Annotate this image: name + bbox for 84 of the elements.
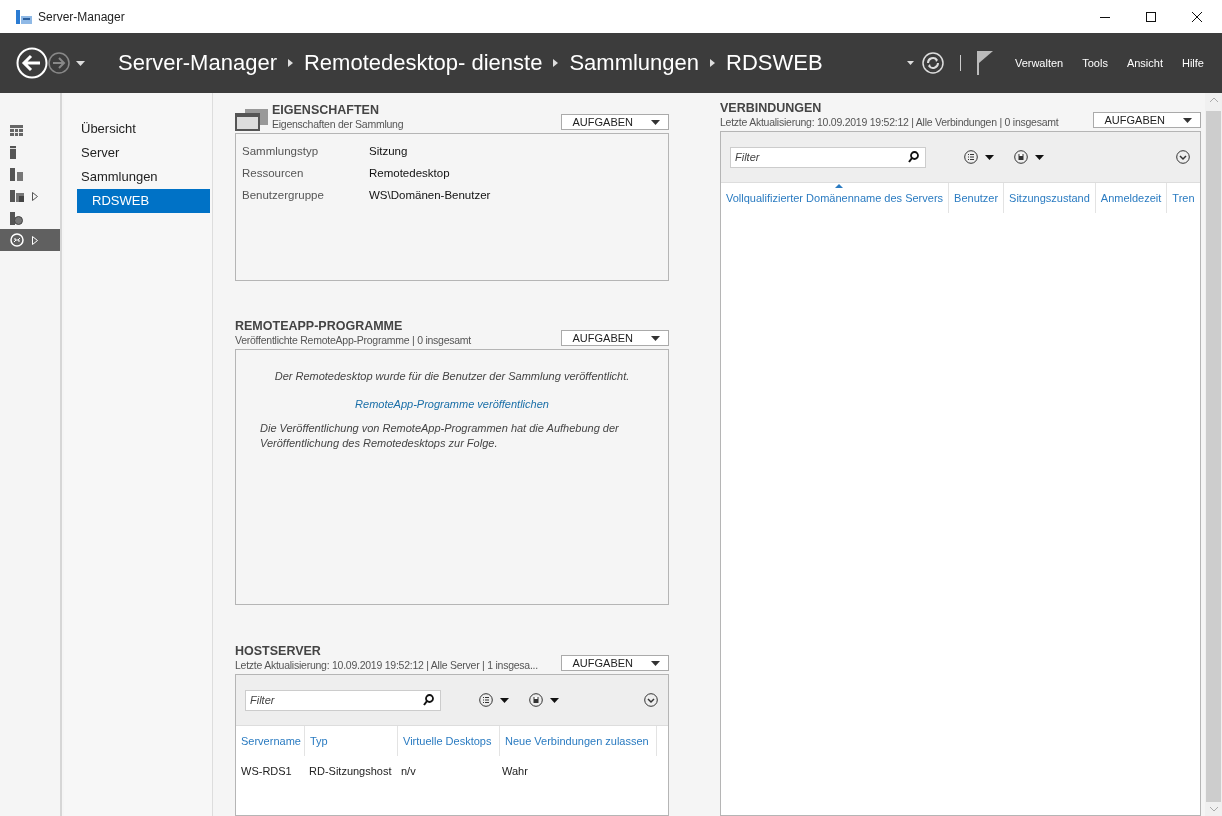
column-header[interactable]: Benutzer — [949, 183, 1005, 213]
breadcrumb-item[interactable]: Remotedesktop- dienste — [303, 50, 543, 76]
breadcrumb-item[interactable]: Server-Manager — [118, 50, 277, 76]
publish-link[interactable]: RemoteApp-Programme veröffentlichen — [355, 398, 549, 410]
expand-icon[interactable] — [32, 191, 38, 201]
refresh-icon[interactable] — [921, 52, 944, 74]
property-label: Sammlungstyp — [242, 145, 320, 157]
menu-item[interactable]: Tools — [1082, 57, 1108, 69]
section-subtitle: Letzte Aktualisierung: 10.09.2019 19:52:12 | Alle Verbindungen | 0 insgesamt — [720, 116, 1059, 128]
column-header[interactable]: Virtuelle Desktops — [398, 726, 500, 756]
section-title: VERBINDUNGEN — [720, 101, 823, 115]
expand-icon[interactable] — [1176, 150, 1190, 164]
column-header[interactable]: Servername — [236, 726, 305, 756]
property-value: Sitzung — [369, 145, 408, 157]
server-icon — [10, 145, 16, 159]
caret-icon — [1183, 117, 1192, 123]
section-title: HOSTSERVER — [235, 644, 322, 658]
file-server-icon — [10, 190, 24, 202]
search-icon[interactable] — [908, 150, 919, 163]
breadcrumb-item[interactable]: Sammlungen — [569, 50, 700, 76]
caret-icon — [651, 119, 660, 125]
property-value: WS\Domänen-Benutzer — [369, 189, 491, 201]
info-note: Die Veröffentlichung von RemoteApp-Programmen hat die Aufhebung der Veröffentlichung des Remotedesktops zur Folge. — [260, 421, 620, 451]
table-cell-text: RD-Sitzungshost — [308, 765, 393, 777]
tasks-button[interactable]: AUFGABEN — [561, 114, 669, 130]
column-header[interactable]: Sitzungszustand — [1004, 183, 1096, 213]
tasks-button[interactable]: AUFGABEN — [1093, 112, 1201, 128]
section-subtitle: Letzte Aktualisierung: 10.09.2019 19:52:12 | Alle Server | 1 insgesa... — [235, 659, 538, 671]
save-options-icon[interactable] — [1014, 150, 1044, 164]
filter-field[interactable]: Filter — [245, 689, 441, 711]
column-header[interactable]: Tren — [1167, 183, 1200, 213]
column-header[interactable]: Typ — [305, 726, 398, 756]
caret-icon — [651, 335, 660, 341]
scrollbar[interactable] — [1205, 93, 1222, 816]
expand-icon[interactable] — [644, 693, 658, 707]
back-icon[interactable] — [16, 47, 48, 79]
window-title: Server-Manager — [38, 9, 125, 24]
section-subtitle: Eigenschaften der Sammlung — [272, 118, 404, 130]
caret-icon[interactable] — [906, 61, 914, 65]
window-icon — [235, 109, 268, 131]
table-cell-text: Wahr — [501, 765, 529, 777]
close-icon[interactable] — [1192, 11, 1202, 22]
save-options-icon[interactable] — [529, 693, 559, 707]
flag-icon[interactable] — [976, 51, 993, 75]
info-message: Der Remotedesktop wurde für die Benutzer der Sammlung veröffentlicht. — [273, 370, 631, 382]
table-cell-text: WS-RDS1 — [240, 765, 293, 777]
nav-item[interactable]: RDSWEB — [77, 189, 210, 213]
filter-field[interactable]: Filter — [730, 146, 926, 168]
forward-icon[interactable] — [48, 52, 70, 74]
list-options-icon[interactable] — [964, 150, 994, 164]
servers-icon — [10, 167, 23, 181]
caret-icon — [651, 660, 660, 666]
menu-item[interactable]: Verwalten — [1014, 57, 1064, 69]
column-header[interactable]: Anmeldezeit — [1095, 183, 1168, 213]
nav-item[interactable]: Server — [64, 141, 210, 165]
list-options-icon[interactable] — [479, 693, 509, 707]
table-cell-text: n/v — [400, 765, 417, 777]
chevron-icon — [287, 59, 293, 67]
web-server-icon — [10, 211, 23, 225]
nav-item[interactable]: Übersicht — [64, 117, 210, 141]
section-title: REMOTEAPP-PROGRAMME — [235, 319, 404, 333]
column-header[interactable]: Vollqualifizierter Domänenname des Servers — [721, 183, 950, 213]
dashboard-icon — [10, 124, 23, 136]
column-header[interactable]: Neue Verbindungen zulassen — [500, 726, 657, 756]
chevron-icon — [710, 59, 716, 67]
scroll-thumb[interactable] — [1206, 111, 1221, 802]
property-value: Remotedesktop — [369, 167, 450, 179]
maximize-icon[interactable] — [1146, 11, 1156, 22]
property-label: Benutzergruppe — [242, 189, 325, 201]
property-label: Ressourcen — [242, 167, 305, 179]
tasks-button[interactable]: AUFGABEN — [561, 655, 669, 671]
caret-icon[interactable] — [76, 60, 85, 66]
chevron-icon — [553, 59, 559, 67]
nav-item[interactable]: Sammlungen — [64, 165, 210, 189]
search-icon[interactable] — [423, 693, 434, 706]
section-subtitle: Veröffentlichte RemoteApp-Programme | 0 insgesamt — [235, 334, 471, 346]
tasks-button[interactable]: AUFGABEN — [561, 330, 669, 346]
remote-desktop-icon — [10, 233, 24, 247]
rail-item[interactable] — [0, 229, 60, 251]
app-icon — [16, 9, 32, 24]
section-title: EIGENSCHAFTEN — [272, 103, 380, 117]
menu-item[interactable]: Hilfe — [1182, 57, 1204, 69]
breadcrumb-item[interactable]: RDSWEB — [726, 50, 823, 76]
menu-item[interactable]: Ansicht — [1126, 57, 1163, 69]
